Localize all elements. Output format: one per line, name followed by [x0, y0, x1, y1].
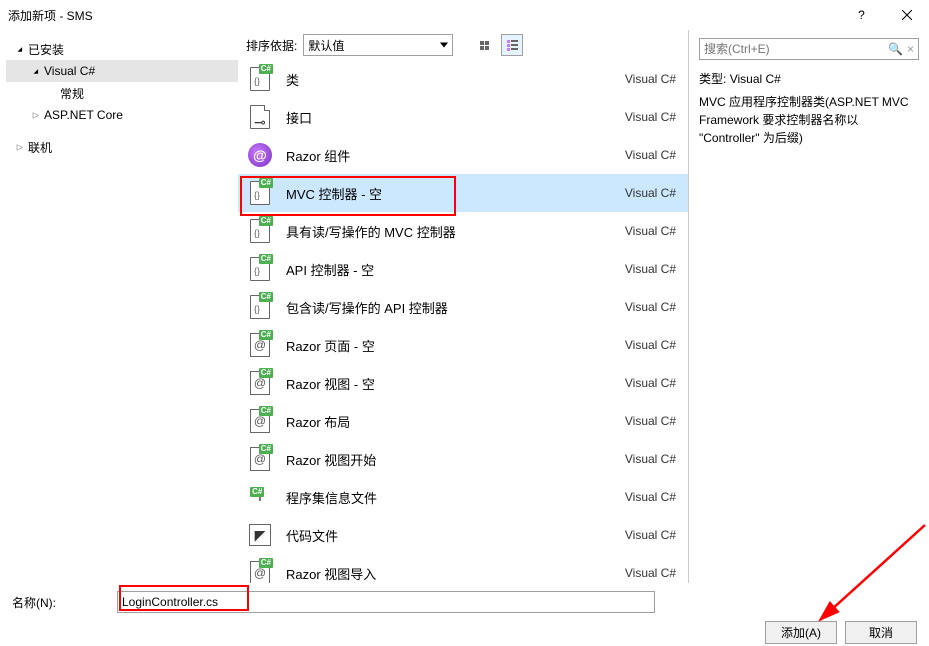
view-list-button[interactable] [501, 34, 523, 56]
item-language: Visual C# [625, 262, 676, 276]
close-icon [902, 10, 912, 20]
tree-aspnet-core[interactable]: ASP.NET Core [6, 104, 238, 126]
item-name: 具有读/写操作的 MVC 控制器 [286, 222, 613, 241]
item-language: Visual C# [625, 566, 676, 580]
item-language: Visual C# [625, 300, 676, 314]
item-name: API 控制器 - 空 [286, 260, 613, 279]
item-name: Razor 页面 - 空 [286, 336, 613, 355]
tree-installed[interactable]: 已安装 [6, 38, 238, 60]
window-title: 添加新项 - SMS [8, 7, 839, 24]
item-name: Razor 组件 [286, 146, 613, 165]
template-item[interactable]: {}C# API 控制器 - 空 Visual C# [238, 250, 688, 288]
chevron-down-icon [14, 44, 26, 55]
item-name: Razor 视图 - 空 [286, 374, 613, 393]
item-name: Razor 布局 [286, 412, 613, 431]
item-name: 程序集信息文件 [286, 488, 613, 507]
toolbar: 排序依据: 默认值 [238, 30, 688, 60]
interface-icon [246, 103, 274, 131]
sort-dropdown[interactable]: 默认值 [303, 34, 453, 56]
item-language: Visual C# [625, 528, 676, 542]
center-panel: 排序依据: 默认值 {}C#类Visual C#接口Visual C#Razor… [238, 30, 689, 583]
tree-visual-csharp[interactable]: Visual C# [6, 60, 238, 82]
detail-description: MVC 应用程序控制器类(ASP.NET MVC Framework 要求控制器… [699, 93, 919, 147]
tree-online[interactable]: 联机 [6, 136, 238, 158]
at-icon: @C# [246, 559, 274, 583]
view-grid-button[interactable] [473, 34, 495, 56]
template-item[interactable]: iC# 程序集信息文件 Visual C# [238, 478, 688, 516]
item-language: Visual C# [625, 338, 676, 352]
sidebar: 已安装 Visual C# 常规 ASP.NET Core 联机 [0, 30, 238, 583]
cancel-button[interactable]: 取消 [845, 621, 917, 644]
at-icon: @C# [246, 407, 274, 435]
search-box[interactable]: 🔍 × [699, 38, 919, 60]
item-language: Visual C# [625, 490, 676, 504]
item-name: 接口 [286, 108, 613, 127]
close-button[interactable] [884, 0, 929, 30]
template-item[interactable]: @C# Razor 视图导入 Visual C# [238, 554, 688, 583]
footer: 名称(N): 添加(A) 取消 [0, 583, 929, 646]
template-item[interactable]: @C# Razor 布局 Visual C# [238, 402, 688, 440]
item-name: 代码文件 [286, 526, 613, 545]
cs-icon: {}C# [246, 217, 274, 245]
name-input[interactable] [117, 591, 655, 613]
item-language: Visual C# [625, 148, 676, 162]
item-language: Visual C# [625, 414, 676, 428]
item-language: Visual C# [625, 376, 676, 390]
search-icon: 🔍 [888, 42, 903, 56]
chevron-right-icon [14, 142, 26, 153]
code-icon [246, 521, 274, 549]
search-input[interactable] [704, 42, 888, 56]
cs-icon: {}C# [246, 293, 274, 321]
template-item[interactable]: {}C# 具有读/写操作的 MVC 控制器 Visual C# [238, 212, 688, 250]
template-list[interactable]: {}C# 类 Visual C# 接口 Visual C# Razor 组件 Visual … [238, 60, 688, 583]
chevron-right-icon [30, 110, 42, 121]
template-item[interactable]: 接口 Visual C# [238, 98, 688, 136]
item-language: Visual C# [625, 186, 676, 200]
template-item[interactable]: 代码文件 Visual C# [238, 516, 688, 554]
help-button[interactable]: ? [839, 0, 884, 30]
item-name: MVC 控制器 - 空 [286, 184, 613, 203]
name-label: 名称(N): [12, 594, 107, 611]
item-language: Visual C# [625, 72, 676, 86]
item-name: 类 [286, 70, 613, 89]
template-item[interactable]: Razor 组件 Visual C# [238, 136, 688, 174]
cs-icon: {}C# [246, 179, 274, 207]
grid-icon [480, 41, 489, 50]
template-item[interactable]: {}C# 类 Visual C# [238, 60, 688, 98]
template-item[interactable]: {}C# MVC 控制器 - 空 Visual C# [238, 174, 688, 212]
details-panel: 🔍 × 类型: Visual C# MVC 应用程序控制器类(ASP.NET M… [689, 30, 929, 583]
at-icon: @C# [246, 331, 274, 359]
cs-icon: {}C# [246, 255, 274, 283]
item-name: 包含读/写操作的 API 控制器 [286, 298, 613, 317]
item-language: Visual C# [625, 452, 676, 466]
razor-icon [246, 141, 274, 169]
template-item[interactable]: @C# Razor 视图 - 空 Visual C# [238, 364, 688, 402]
detail-type-row: 类型: Visual C# [699, 70, 919, 87]
item-name: Razor 视图开始 [286, 450, 613, 469]
item-language: Visual C# [625, 224, 676, 238]
template-item[interactable]: @C# Razor 页面 - 空 Visual C# [238, 326, 688, 364]
tree-general[interactable]: 常规 [6, 82, 238, 104]
template-item[interactable]: @C# Razor 视图开始 Visual C# [238, 440, 688, 478]
item-language: Visual C# [625, 110, 676, 124]
cs-icon: {}C# [246, 65, 274, 93]
info-icon: iC# [246, 483, 274, 511]
list-icon [507, 40, 518, 51]
clear-icon[interactable]: × [907, 42, 914, 56]
item-name: Razor 视图导入 [286, 564, 613, 583]
at-icon: @C# [246, 445, 274, 473]
add-button[interactable]: 添加(A) [765, 621, 837, 644]
sort-label: 排序依据: [246, 37, 297, 54]
at-icon: @C# [246, 369, 274, 397]
titlebar: 添加新项 - SMS ? [0, 0, 929, 30]
template-item[interactable]: {}C# 包含读/写操作的 API 控制器 Visual C# [238, 288, 688, 326]
chevron-down-icon [30, 66, 42, 77]
